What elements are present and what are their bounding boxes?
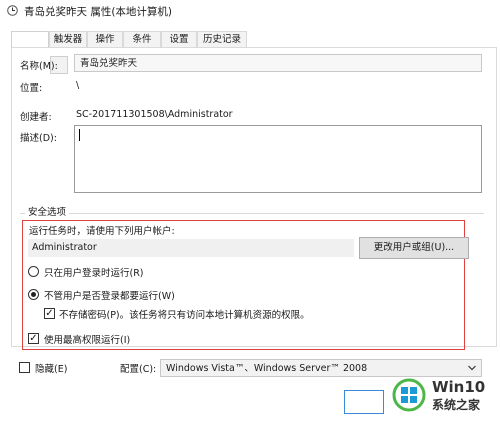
tab-history[interactable]: 历史记录 [197, 31, 247, 47]
win10-logo-icon [392, 378, 426, 412]
configure-select-value: Windows Vista™、Windows Server™ 2008 [166, 363, 368, 374]
radio-run-logged-on-label: 只在用户登录时运行(R) [44, 268, 144, 279]
security-group-line [20, 213, 484, 214]
tab-settings[interactable]: 设置 [161, 31, 197, 47]
checkbox-hidden[interactable] [19, 362, 30, 373]
checkbox-highest-privileges-label: 使用最高权限运行(I) [44, 335, 131, 346]
author-label: 创建者: [20, 112, 52, 123]
name-field[interactable]: 青岛兑奖昨天 [74, 54, 482, 72]
run-as-prompt: 运行任务时，请使用下列用户帐户: [29, 226, 175, 237]
window-title: 青岛兑奖昨天 属性(本地计算机) [24, 6, 173, 18]
text-caret [79, 129, 80, 141]
watermark-subtitle: 系统之家 [432, 398, 481, 412]
location-value: \ [76, 80, 80, 91]
radio-run-whether-logged[interactable] [28, 289, 39, 300]
checkbox-no-password-label: 不存储密码(P)。该任务将只有访问本地计算机资源的权限。 [59, 310, 310, 321]
radio-run-logged-on[interactable] [28, 266, 39, 277]
tab-conditions[interactable]: 条件 [123, 31, 161, 47]
description-label: 描述(D): [20, 133, 57, 144]
title-bar: 青岛兑奖昨天 属性(本地计算机) [0, 0, 500, 24]
checkbox-highest-privileges[interactable]: ✓ [28, 333, 39, 344]
watermark-brand: Win10 [432, 378, 486, 396]
tab-triggers[interactable]: 触发器 [49, 31, 87, 47]
chevron-down-icon [468, 365, 476, 371]
hidden-label: 隐藏(E) [35, 364, 68, 375]
account-field: Administrator [28, 239, 354, 257]
radio-run-whether-logged-label: 不管用户是否登录都要运行(W) [44, 291, 175, 302]
author-value: SC-201711301508\Administrator [76, 109, 233, 120]
configure-label: 配置(C): [120, 364, 157, 375]
location-label: 位置: [20, 83, 43, 94]
security-group-label: 安全选项 [25, 204, 70, 218]
tab-actions[interactable]: 操作 [87, 31, 123, 47]
configure-select[interactable]: Windows Vista™、Windows Server™ 2008 [160, 359, 482, 377]
ok-button[interactable] [344, 390, 384, 414]
change-user-button[interactable]: 更改用户或组(U)... [359, 237, 469, 259]
clock-task-icon [7, 5, 18, 16]
checkbox-no-password[interactable]: ✓ [44, 308, 55, 319]
description-field[interactable] [74, 125, 482, 193]
name-label: 名称(M): [20, 61, 58, 72]
